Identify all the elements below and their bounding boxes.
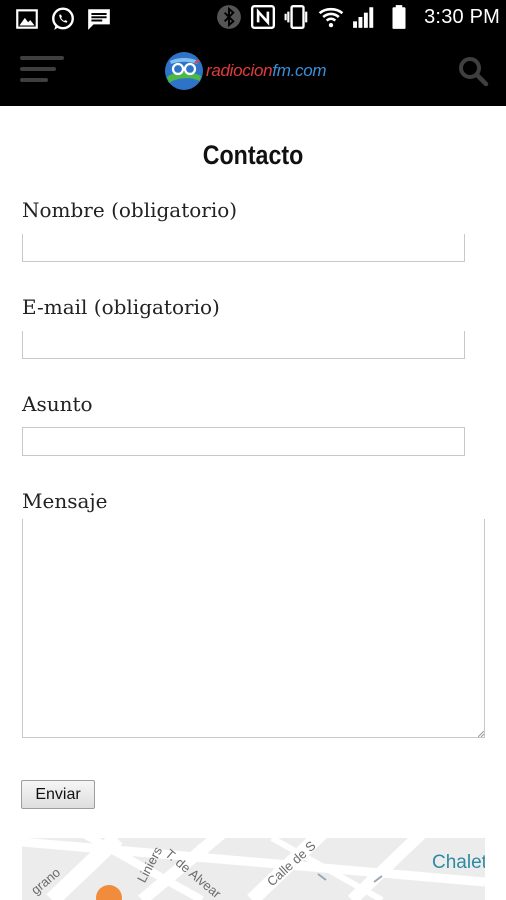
bluetooth-icon [217, 5, 242, 29]
message-textarea[interactable] [22, 519, 485, 738]
map-roads [22, 838, 485, 900]
email-input[interactable] [22, 331, 465, 359]
submit-button[interactable]: Enviar [21, 780, 95, 809]
name-label: Nombre (obligatorio) [22, 198, 238, 222]
search-icon[interactable] [456, 54, 490, 88]
logo-text: radiocionfm.com [206, 61, 327, 80]
map-embed[interactable]: grano Liniers T. de Alvear Calle de S Ch… [22, 838, 485, 900]
logo-globe-icon [165, 52, 203, 90]
resize-grip-icon[interactable] [478, 731, 484, 737]
app-header: radiocionfm.com [0, 38, 506, 106]
nfc-icon [251, 4, 276, 30]
subject-input[interactable] [22, 427, 465, 456]
name-input[interactable] [22, 234, 465, 262]
subject-label: Asunto [22, 392, 93, 416]
site-logo[interactable]: radiocionfm.com [164, 50, 327, 92]
signal-icon [353, 7, 374, 28]
image-icon [16, 9, 38, 29]
email-label: E-mail (obligatorio) [22, 295, 220, 319]
status-bar: 3:30 PM [0, 0, 506, 38]
whatsapp-icon [52, 7, 74, 30]
battery-icon [392, 5, 406, 29]
vibrate-icon [284, 4, 308, 30]
message-icon [88, 9, 110, 30]
map-place-label: Chalet [432, 852, 485, 873]
message-label: Mensaje [22, 489, 108, 513]
status-clock: 3:30 PM [424, 5, 500, 28]
wifi-icon [318, 7, 344, 28]
hamburger-menu-icon[interactable] [20, 54, 66, 86]
page-title: Contacto [202, 140, 304, 170]
